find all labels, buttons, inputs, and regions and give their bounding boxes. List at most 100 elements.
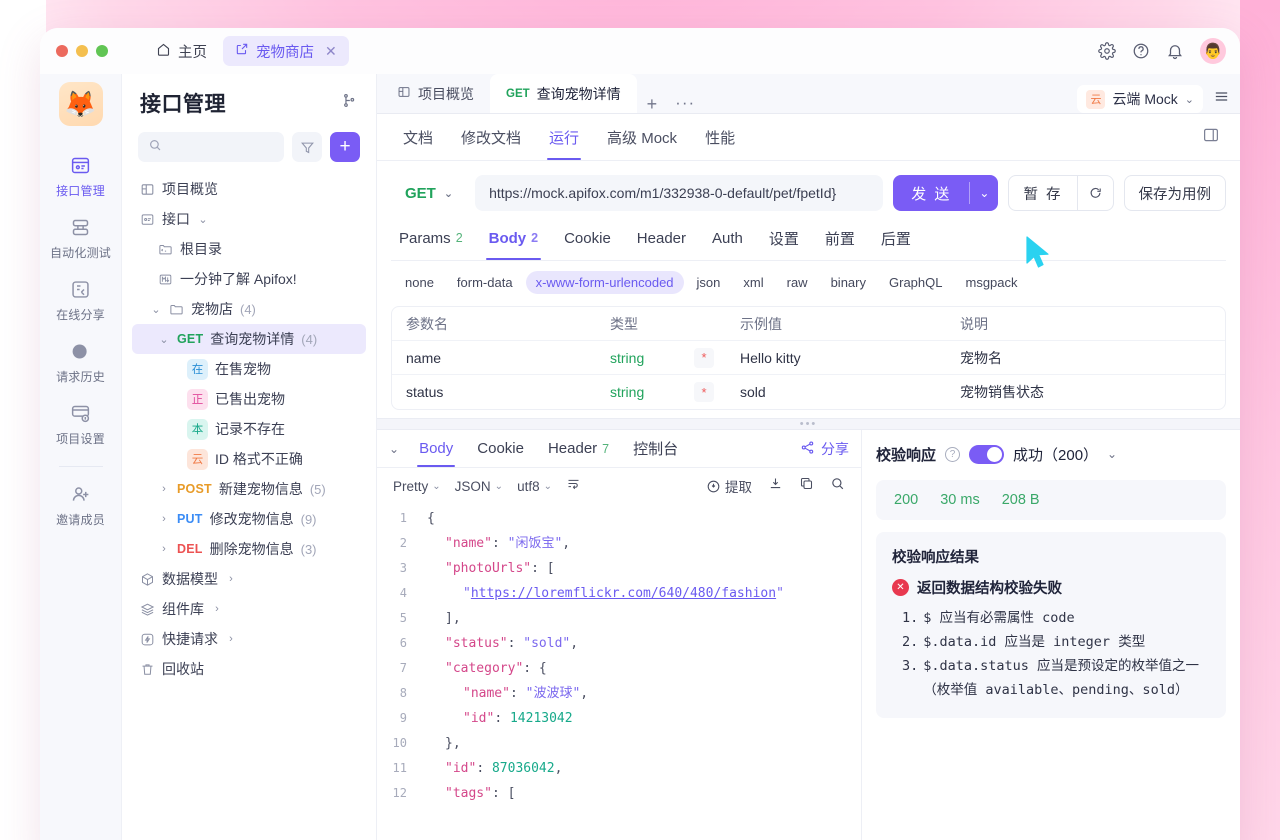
wrap-icon[interactable]: [566, 476, 581, 496]
language-selector[interactable]: JSON ⌄: [455, 479, 503, 494]
tree-item-get-pet-detail[interactable]: ⌄ GET 查询宠物详情 (4): [132, 324, 366, 354]
chevron-down-icon[interactable]: ⌄: [970, 186, 998, 200]
tab-advanced-mock[interactable]: 高级 Mock: [593, 114, 691, 160]
window-controls[interactable]: [56, 45, 108, 57]
chevron-right-icon[interactable]: ›: [158, 513, 170, 525]
rail-item-invite-member[interactable]: 邀请成员: [40, 473, 122, 535]
search-icon[interactable]: [830, 476, 845, 496]
filter-button[interactable]: [292, 132, 322, 162]
body-type-raw[interactable]: raw: [777, 271, 818, 294]
reset-icon[interactable]: [1078, 186, 1113, 201]
rail-item-request-history[interactable]: 请求历史: [40, 330, 122, 392]
tree-item-project-overview[interactable]: 项目概览: [132, 174, 366, 204]
tab-params[interactable]: Params 2: [391, 223, 476, 253]
rail-item-automated-test[interactable]: 自动化测试: [40, 206, 122, 268]
rail-item-api-management[interactable]: 接口管理: [40, 144, 122, 206]
response-code-viewer[interactable]: 1{2"name": "闲饭宝",3"photoUrls": [4"https:…: [377, 504, 861, 840]
new-tab-button[interactable]: +: [637, 95, 668, 113]
tab-cookie[interactable]: Cookie: [551, 223, 624, 253]
tree-item-case-on-sale[interactable]: 在 在售宠物: [132, 354, 366, 384]
chevron-right-icon[interactable]: ›: [225, 633, 237, 645]
chevron-down-icon[interactable]: ⌄: [444, 187, 453, 200]
search-input[interactable]: [169, 140, 274, 155]
tree-item-pet-store-folder[interactable]: ⌄ 宠物店 (4): [132, 294, 366, 324]
tab-run[interactable]: 运行: [535, 114, 593, 160]
body-type-json[interactable]: json: [687, 271, 731, 294]
maximize-window-button[interactable]: [96, 45, 108, 57]
chevron-down-icon[interactable]: ⌄: [150, 303, 162, 316]
close-tab-icon[interactable]: ✕: [325, 43, 337, 60]
tree-item-case-bad-id[interactable]: 云 ID 格式不正确: [132, 444, 366, 474]
panel-splitter[interactable]: •••: [377, 418, 1240, 430]
tree-item-component-library[interactable]: 组件库 ›: [132, 594, 366, 624]
main-tab-query-pet-detail[interactable]: GET 查询宠物详情: [490, 74, 637, 113]
share-response-button[interactable]: 分享: [800, 439, 849, 459]
tab-post-script[interactable]: 后置: [868, 223, 924, 253]
close-window-button[interactable]: [56, 45, 68, 57]
chevron-down-icon[interactable]: ⌄: [158, 333, 170, 346]
tab-auth[interactable]: Auth: [699, 223, 756, 253]
toggle-side-pane-icon[interactable]: [1202, 126, 1228, 149]
url-input[interactable]: https://mock.apifox.com/m1/332938-0-defa…: [475, 175, 883, 211]
save-draft-button[interactable]: 暂 存: [1009, 183, 1076, 204]
rail-item-project-settings[interactable]: 项目设置: [40, 392, 122, 454]
tree-item-root-dir[interactable]: 根目录: [132, 234, 366, 264]
tree-item-apis[interactable]: 接口 ⌄: [132, 204, 366, 234]
save-as-case-button[interactable]: 保存为用例: [1124, 175, 1227, 211]
tab-performance[interactable]: 性能: [691, 114, 749, 160]
body-type-graphql[interactable]: GraphQL: [879, 271, 952, 294]
tab-body[interactable]: Body 2: [476, 223, 551, 253]
tree-item-put-update-pet[interactable]: › PUT 修改宠物信息 (9): [132, 504, 366, 534]
response-tab-cookie[interactable]: Cookie: [465, 430, 536, 467]
window-tab-pet-store[interactable]: 宠物商店 ✕: [223, 36, 349, 66]
search-box[interactable]: [138, 132, 284, 162]
validation-toggle[interactable]: [969, 445, 1004, 464]
body-type-none[interactable]: none: [395, 271, 444, 294]
extract-variable-button[interactable]: 提取: [706, 476, 752, 496]
chevron-right-icon[interactable]: ›: [158, 543, 170, 555]
tree-item-case-sold[interactable]: 正 已售出宠物: [132, 384, 366, 414]
gear-icon[interactable]: [1098, 42, 1116, 60]
chevron-down-icon[interactable]: ⌄: [1185, 93, 1194, 106]
bell-icon[interactable]: [1166, 42, 1184, 60]
tab-doc[interactable]: 文档: [389, 114, 447, 160]
fox-logo[interactable]: 🦊: [59, 82, 103, 126]
code-link[interactable]: https://loremflickr.com/640/480/fashion: [471, 586, 776, 601]
tree-item-apifox-intro[interactable]: 一分钟了解 Apifox!: [132, 264, 366, 294]
body-type-msgpack[interactable]: msgpack: [955, 271, 1027, 294]
help-icon[interactable]: [1132, 42, 1150, 60]
tab-header[interactable]: Header: [624, 223, 699, 253]
encoding-selector[interactable]: utf8 ⌄: [517, 479, 552, 494]
table-row[interactable]: name string * Hello kitty 宠物名: [392, 341, 1225, 375]
http-method-selector[interactable]: GET ⌄: [391, 175, 465, 211]
tab-edit-doc[interactable]: 修改文档: [447, 114, 535, 160]
tab-overflow-button[interactable]: ···: [667, 93, 703, 113]
response-tab-body[interactable]: Body: [407, 430, 465, 467]
add-api-button[interactable]: +: [330, 132, 360, 162]
send-button[interactable]: 发 送 ⌄: [893, 175, 998, 211]
minimize-window-button[interactable]: [76, 45, 88, 57]
response-tab-header[interactable]: Header 7: [536, 430, 621, 467]
body-type-urlencoded[interactable]: x-www-form-urlencoded: [526, 271, 684, 294]
tab-settings[interactable]: 设置: [756, 223, 812, 253]
tree-item-recycle-bin[interactable]: 回收站: [132, 654, 366, 684]
chevron-right-icon[interactable]: ›: [211, 603, 223, 615]
copy-icon[interactable]: [799, 476, 814, 496]
chevron-down-icon[interactable]: ⌄: [197, 213, 209, 226]
main-tab-project-overview[interactable]: 项目概览: [381, 74, 490, 113]
format-selector[interactable]: Pretty ⌄: [393, 479, 441, 494]
mock-environment-selector[interactable]: 云 云端 Mock ⌄: [1077, 85, 1203, 113]
download-icon[interactable]: [768, 476, 783, 496]
menu-icon[interactable]: [1213, 88, 1230, 110]
tab-pre-script[interactable]: 前置: [812, 223, 868, 253]
tree-item-post-create-pet[interactable]: › POST 新建宠物信息 (5): [132, 474, 366, 504]
chevron-right-icon[interactable]: ›: [225, 573, 237, 585]
help-icon[interactable]: ?: [945, 447, 960, 462]
body-type-form-data[interactable]: form-data: [447, 271, 523, 294]
tree-item-del-delete-pet[interactable]: › DEL 删除宠物信息 (3): [132, 534, 366, 564]
rail-item-online-share[interactable]: 在线分享: [40, 268, 122, 330]
response-tab-console[interactable]: 控制台: [621, 430, 690, 467]
chevron-right-icon[interactable]: ›: [158, 483, 170, 495]
body-type-xml[interactable]: xml: [733, 271, 773, 294]
body-type-binary[interactable]: binary: [821, 271, 876, 294]
